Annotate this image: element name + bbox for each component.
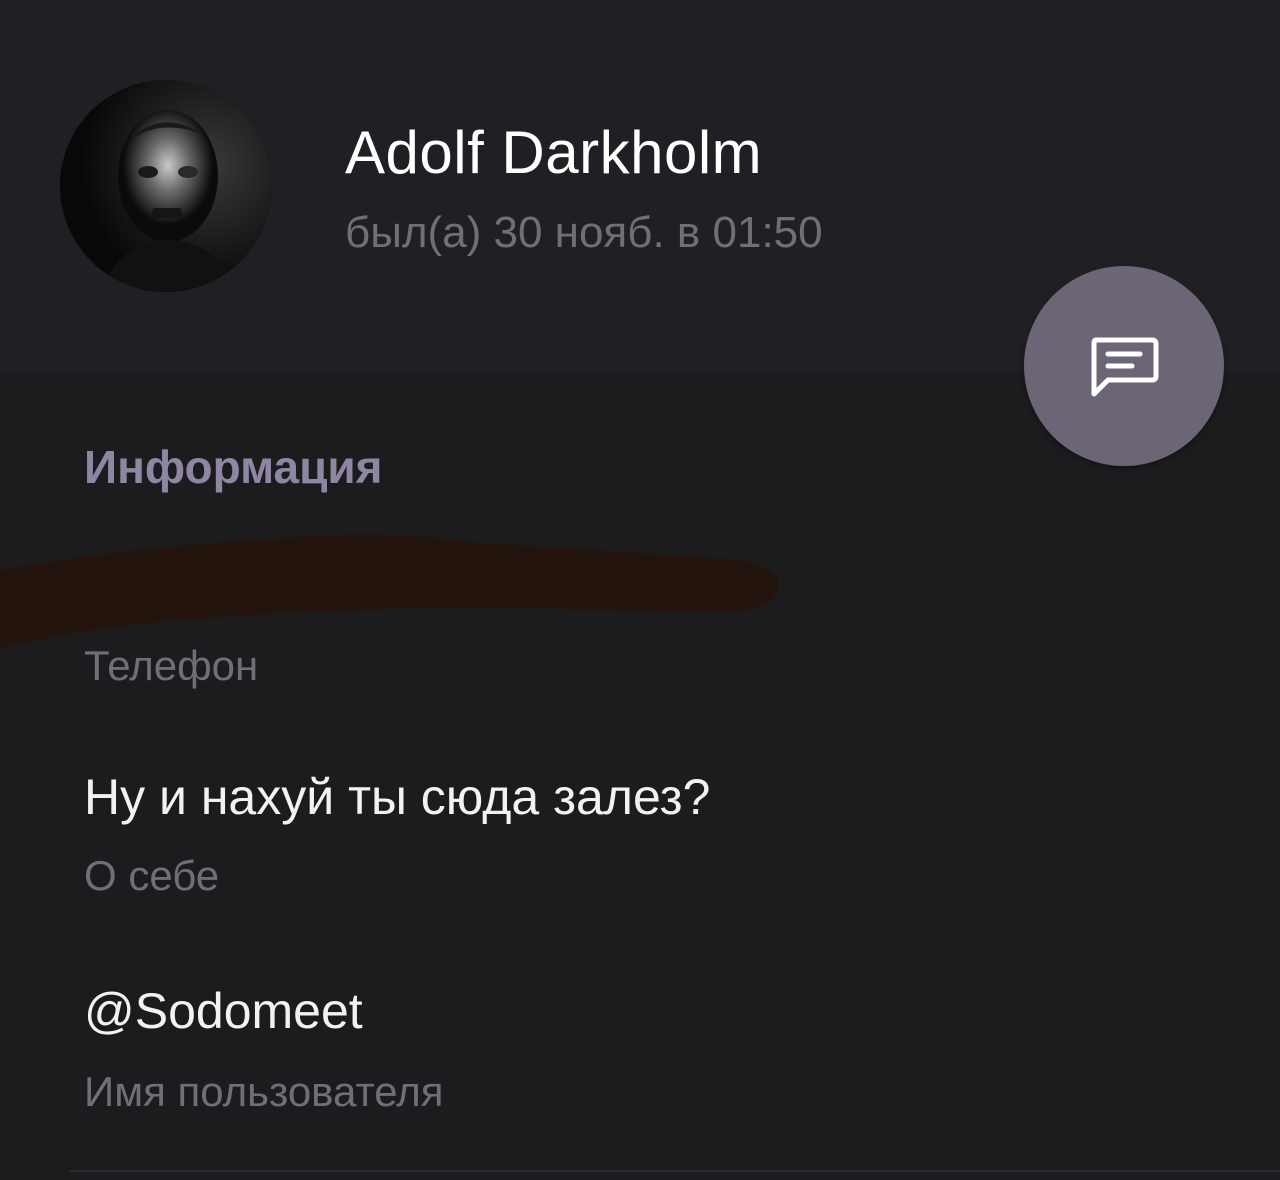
last-seen-status: был(а) 30 нояб. в 01:50 <box>345 208 823 257</box>
profile-name: Adolf Darkholm <box>345 119 763 186</box>
user-photo-avatar-icon <box>60 80 272 292</box>
bio-value[interactable]: Ну и нахуй ты сюда залез? <box>84 768 710 826</box>
username-value[interactable]: @Sodomeet <box>84 982 363 1040</box>
username-label: Имя пользователя <box>84 1068 444 1115</box>
send-message-button[interactable] <box>1024 266 1224 466</box>
message-icon <box>1091 337 1159 397</box>
profile-page: Adolf Darkholm был(а) 30 нояб. в 01:50 И… <box>0 0 1280 1180</box>
divider <box>70 1170 1280 1172</box>
phone-label: Телефон <box>84 642 259 689</box>
info-section-title: Информация <box>84 441 383 493</box>
bio-label: О себе <box>84 852 220 899</box>
profile-avatar[interactable] <box>60 80 272 292</box>
